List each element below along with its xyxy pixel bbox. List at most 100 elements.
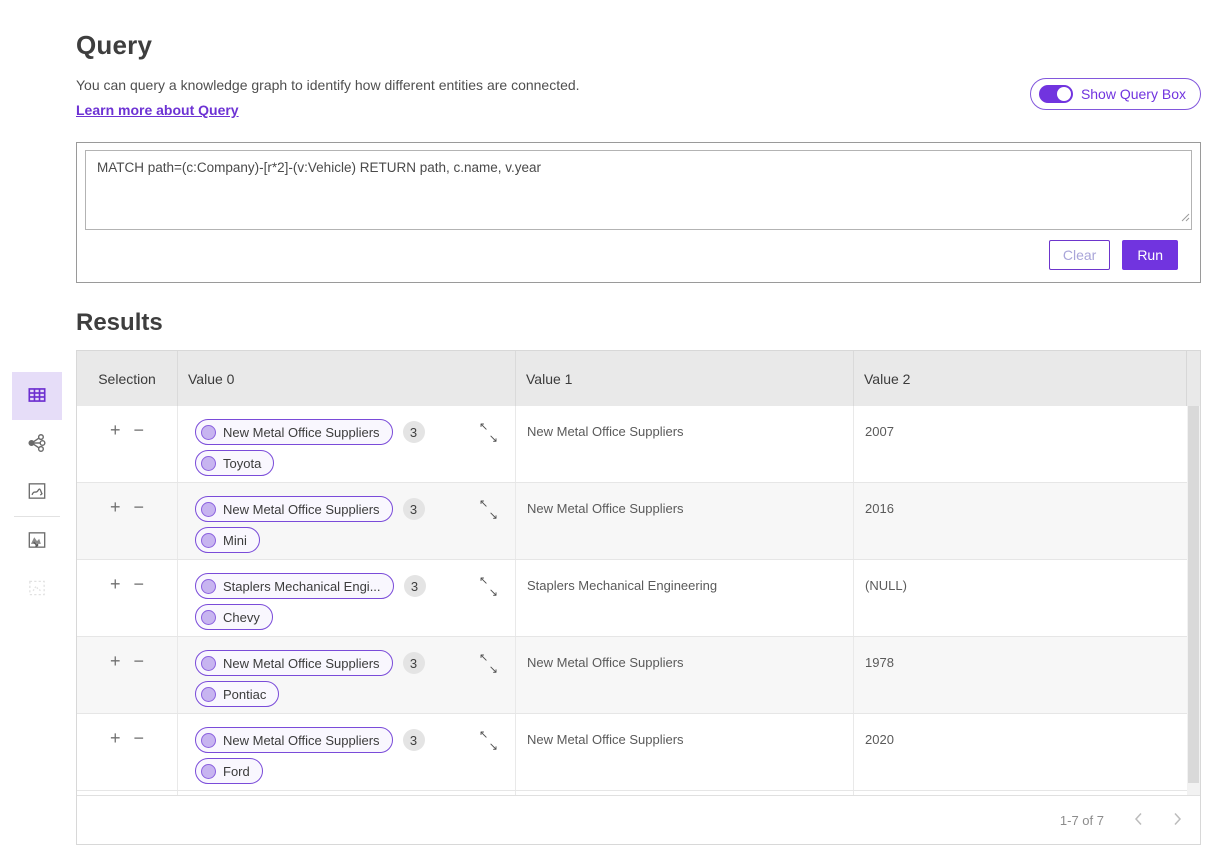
table-body: + − New Metal Office Suppliers 3 ↖↘ Toyo…	[77, 406, 1200, 791]
company-node-pill[interactable]: New Metal Office Suppliers	[195, 650, 393, 676]
page-title: Query	[76, 30, 1201, 61]
remove-selection-button[interactable]: −	[134, 652, 145, 713]
value0-cell: New Metal Office Suppliers 3 ↖↘ Pontiac	[177, 637, 515, 713]
node-dot-icon	[201, 733, 216, 748]
column-header-selection: Selection	[77, 351, 177, 406]
expand-diagonal-icon[interactable]: ↖↘	[480, 578, 497, 595]
selection-cell: + −	[77, 714, 177, 790]
column-header-value0: Value 0	[177, 351, 515, 406]
node-dot-icon	[201, 425, 216, 440]
remove-selection-button[interactable]: −	[134, 575, 145, 636]
vehicle-node-pill[interactable]: Pontiac	[195, 681, 279, 707]
company-node-pill[interactable]: New Metal Office Suppliers	[195, 496, 393, 522]
vehicle-pill-label: Mini	[223, 533, 247, 548]
expand-diagonal-icon[interactable]: ↖↘	[480, 732, 497, 749]
count-badge: 3	[403, 729, 425, 751]
value2-cell: 2007	[853, 406, 1200, 482]
company-pill-label: New Metal Office Suppliers	[223, 425, 380, 440]
add-selection-button[interactable]: +	[110, 652, 121, 713]
value2-cell: (NULL)	[853, 560, 1200, 636]
node-dot-icon	[201, 502, 216, 517]
company-pill-label: New Metal Office Suppliers	[223, 502, 380, 517]
add-selection-button[interactable]: +	[110, 575, 121, 636]
query-actions: Clear Run	[85, 230, 1192, 282]
value1-cell: New Metal Office Suppliers	[515, 637, 853, 713]
sketch-view-icon	[26, 480, 48, 505]
selection-cell: + −	[77, 406, 177, 482]
company-pill-label: New Metal Office Suppliers	[223, 656, 380, 671]
snapshot-view-button[interactable]	[12, 517, 62, 565]
chevron-right-icon	[1173, 812, 1182, 829]
company-node-pill[interactable]: New Metal Office Suppliers	[195, 419, 393, 445]
graph-view-icon	[26, 432, 48, 457]
vehicle-pill-label: Toyota	[223, 456, 261, 471]
node-dot-icon	[201, 610, 216, 625]
resize-handle-icon[interactable]	[1180, 209, 1190, 227]
count-badge: 3	[403, 498, 425, 520]
query-input[interactable]: MATCH path=(c:Company)-[r*2]-(v:Vehicle)…	[85, 150, 1192, 230]
pagination-next-button[interactable]	[1173, 812, 1182, 829]
vehicle-node-pill[interactable]: Chevy	[195, 604, 273, 630]
snapshot-view-icon	[26, 529, 48, 554]
chevron-left-icon	[1134, 812, 1143, 829]
table-row: + − New Metal Office Suppliers 3 ↖↘ Mini	[77, 483, 1200, 560]
value0-cell: New Metal Office Suppliers 3 ↖↘ Mini	[177, 483, 515, 559]
expand-diagonal-icon[interactable]: ↖↘	[480, 424, 497, 441]
add-selection-button[interactable]: +	[110, 729, 121, 790]
vehicle-node-pill[interactable]: Ford	[195, 758, 263, 784]
value0-cell: New Metal Office Suppliers 3 ↖↘ Ford	[177, 714, 515, 790]
remove-selection-button[interactable]: −	[134, 729, 145, 790]
add-selection-button[interactable]: +	[110, 421, 121, 482]
count-badge: 3	[403, 652, 425, 674]
selection-cell: + −	[77, 560, 177, 636]
vehicle-pill-label: Ford	[223, 764, 250, 779]
vehicle-pill-label: Pontiac	[223, 687, 266, 702]
value1-cell: Staplers Mechanical Engineering	[515, 560, 853, 636]
node-dot-icon	[201, 533, 216, 548]
value0-cell: Staplers Mechanical Engi... 3 ↖↘ Chevy	[177, 560, 515, 636]
scrollbar-thumb[interactable]	[1188, 406, 1199, 783]
empty-view-icon	[26, 577, 48, 602]
company-pill-label: New Metal Office Suppliers	[223, 733, 380, 748]
company-node-pill[interactable]: Staplers Mechanical Engi...	[195, 573, 394, 599]
learn-more-link[interactable]: Learn more about Query	[76, 102, 239, 118]
value1-cell: New Metal Office Suppliers	[515, 406, 853, 482]
pagination-prev-button[interactable]	[1134, 812, 1143, 829]
expand-diagonal-icon[interactable]: ↖↘	[480, 655, 497, 672]
run-button[interactable]: Run	[1122, 240, 1178, 270]
node-dot-icon	[201, 579, 216, 594]
value2-cell: 2020	[853, 714, 1200, 790]
value2-cell: 2016	[853, 483, 1200, 559]
pagination-range: 1-7 of 7	[1060, 813, 1104, 828]
value2-cell: 1978	[853, 637, 1200, 713]
vehicle-node-pill[interactable]: Toyota	[195, 450, 274, 476]
value1-cell: New Metal Office Suppliers	[515, 483, 853, 559]
empty-view-button	[12, 565, 62, 613]
table-view-button[interactable]	[12, 372, 62, 420]
show-query-box-toggle[interactable]: Show Query Box	[1030, 78, 1201, 110]
query-box-panel: MATCH path=(c:Company)-[r*2]-(v:Vehicle)…	[76, 142, 1201, 283]
toggle-label: Show Query Box	[1081, 86, 1186, 102]
vehicle-node-pill[interactable]: Mini	[195, 527, 260, 553]
remove-selection-button[interactable]: −	[134, 421, 145, 482]
table-row: + − New Metal Office Suppliers 3 ↖↘ Ford	[77, 714, 1200, 791]
main-content: Query You can query a knowledge graph to…	[76, 0, 1201, 845]
node-dot-icon	[201, 656, 216, 671]
table-row: + − New Metal Office Suppliers 3 ↖↘ Pont…	[77, 637, 1200, 714]
count-badge: 3	[404, 575, 426, 597]
vehicle-pill-label: Chevy	[223, 610, 260, 625]
vertical-scrollbar[interactable]	[1187, 406, 1200, 795]
node-dot-icon	[201, 687, 216, 702]
sketch-view-button[interactable]	[12, 468, 62, 516]
add-selection-button[interactable]: +	[110, 498, 121, 559]
company-node-pill[interactable]: New Metal Office Suppliers	[195, 727, 393, 753]
expand-diagonal-icon[interactable]: ↖↘	[480, 501, 497, 518]
view-switcher	[12, 372, 62, 613]
header-scrollbar-divider	[1186, 351, 1187, 406]
clear-button[interactable]: Clear	[1049, 240, 1110, 270]
table-row: + − New Metal Office Suppliers 3 ↖↘ Toyo…	[77, 406, 1200, 483]
table-header: Selection Value 0 Value 1 Value 2	[77, 351, 1200, 406]
results-title: Results	[76, 309, 1201, 337]
remove-selection-button[interactable]: −	[134, 498, 145, 559]
graph-view-button[interactable]	[12, 420, 62, 468]
